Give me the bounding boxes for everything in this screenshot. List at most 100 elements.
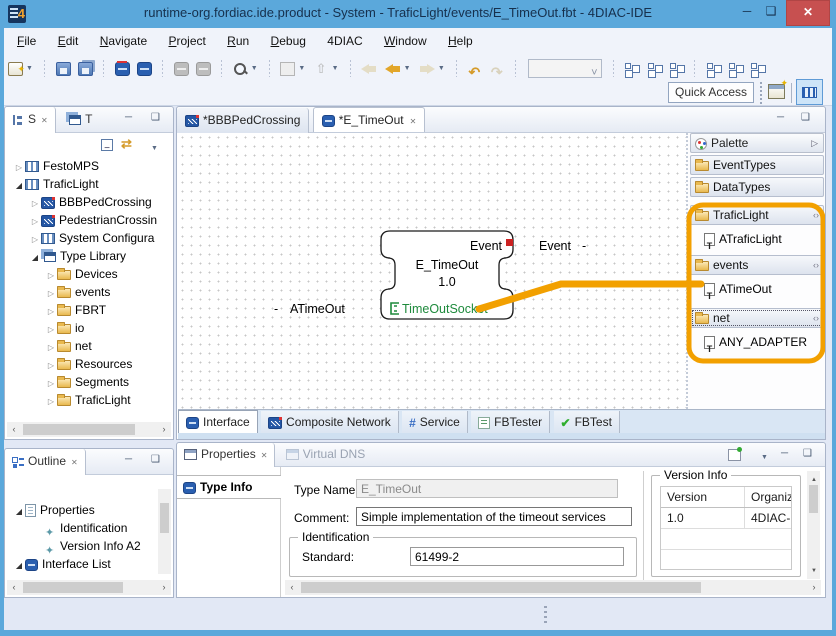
table-row-empty[interactable] <box>661 550 791 571</box>
view-minimize-icon[interactable] <box>781 448 788 459</box>
scroll-right-icon[interactable] <box>157 580 171 595</box>
back-dropdown[interactable] <box>404 57 411 81</box>
view-maximize-icon[interactable] <box>151 454 160 465</box>
scrollbar-thumb[interactable] <box>23 424 135 435</box>
toolbar-combo[interactable] <box>528 59 602 78</box>
tree-item[interactable]: FBRT <box>5 301 173 319</box>
drawer-traficlight[interactable]: TraficLight <box>690 205 824 225</box>
tree-item[interactable]: Resources <box>5 355 173 373</box>
minimize-button[interactable] <box>736 0 758 24</box>
tab-properties[interactable]: Properties <box>177 443 275 467</box>
view-minimize-icon[interactable] <box>125 112 132 123</box>
menu-project[interactable]: Project <box>159 28 214 54</box>
menu-window[interactable]: Window <box>375 28 436 54</box>
redo-button-disabled[interactable] <box>490 62 505 76</box>
horizontal-scrollbar[interactable] <box>7 422 171 437</box>
pin-icon[interactable] <box>813 206 819 225</box>
sync-icon[interactable] <box>121 136 132 152</box>
layout-button-3[interactable] <box>669 62 684 76</box>
drawer-events[interactable]: events <box>690 255 824 275</box>
close-tab-icon[interactable] <box>41 116 48 125</box>
interface-tool-button-3[interactable] <box>750 62 765 76</box>
quick-access-box[interactable]: Quick Access <box>668 82 754 103</box>
view-menu-icon[interactable] <box>151 139 158 153</box>
tree-item[interactable]: Type Library <box>5 247 173 265</box>
view-menu-icon[interactable] <box>761 451 768 462</box>
menu-navigate[interactable]: Navigate <box>91 28 156 54</box>
horizontal-scrollbar[interactable] <box>7 580 171 595</box>
forward-dropdown[interactable] <box>438 57 445 81</box>
menu-edit[interactable]: Edit <box>49 28 88 54</box>
table-row[interactable]: 1.0 4DIAC-Cons.. <box>661 508 791 529</box>
editor-minimize-icon[interactable] <box>777 112 784 123</box>
tree-item[interactable]: System Configura <box>5 229 173 247</box>
editor-tab-etimeout[interactable]: *E_TimeOut✕ <box>313 107 426 132</box>
scroll-down-icon[interactable] <box>807 562 821 579</box>
properties-divider[interactable] <box>643 471 644 593</box>
close-button[interactable] <box>786 0 830 26</box>
tab-fbtester[interactable]: FBTester <box>471 411 550 434</box>
tree-item[interactable]: io <box>5 319 173 337</box>
event-outside-label[interactable]: Event <box>539 239 571 253</box>
scroll-left-icon[interactable] <box>7 580 21 595</box>
run-last-dropdown[interactable] <box>298 57 305 81</box>
tab-interface[interactable]: Interface <box>178 410 258 433</box>
palette-item-atraficlight[interactable]: ATraficLight <box>690 228 824 250</box>
scrollbar-thumb[interactable] <box>23 582 123 593</box>
open-perspective-button[interactable] <box>768 84 785 99</box>
view-maximize-icon[interactable] <box>803 448 812 459</box>
search-dropdown[interactable] <box>251 57 258 81</box>
drawer-eventtypes[interactable]: EventTypes <box>690 155 824 175</box>
forward-button-disabled[interactable] <box>419 63 435 75</box>
pin-icon[interactable] <box>813 256 819 275</box>
collapse-all-icon[interactable] <box>101 139 113 151</box>
new-wizard-button[interactable] <box>8 62 23 76</box>
expand-icon[interactable] <box>45 393 57 411</box>
tree-item[interactable]: TraficLight <box>5 175 173 193</box>
view-minimize-icon[interactable] <box>125 454 132 465</box>
back-annotation-button-disabled[interactable] <box>361 63 377 75</box>
run-last-tool-button-disabled[interactable] <box>280 62 295 76</box>
menu-run[interactable]: Run <box>218 28 258 54</box>
palette-item-anyadapter[interactable]: ANY_ADAPTER <box>690 331 824 353</box>
monitor-button-disabled[interactable] <box>196 62 211 76</box>
drawer-datatypes[interactable]: DataTypes <box>690 177 824 197</box>
menu-help[interactable]: Help <box>439 28 482 54</box>
close-tab-icon[interactable]: ✕ <box>410 117 417 126</box>
section-tab-type-info[interactable]: Type Info <box>177 475 281 499</box>
tab-service[interactable]: Service <box>402 411 468 434</box>
standard-field[interactable] <box>410 547 624 566</box>
tree-item[interactable]: FestoMPS <box>5 157 173 175</box>
tab-system-management[interactable]: S <box>5 107 56 133</box>
interface-tool-button-2[interactable] <box>728 62 743 76</box>
tab-outline[interactable]: Outline <box>5 449 86 475</box>
tree-item[interactable]: PedestrianCrossin <box>5 211 173 229</box>
maximize-button[interactable] <box>760 0 782 24</box>
menu-4diac[interactable]: 4DIAC <box>318 28 371 54</box>
scrollbar-thumb[interactable] <box>160 503 169 533</box>
close-tab-icon[interactable] <box>71 458 78 467</box>
new-wizard-dropdown[interactable] <box>26 57 33 81</box>
statusbar-drag-handle[interactable] <box>544 606 547 623</box>
undo-button[interactable] <box>468 62 483 76</box>
vertical-scrollbar[interactable] <box>807 471 820 579</box>
pin-view-icon[interactable] <box>728 449 741 461</box>
outline-item[interactable]: Properties <box>5 501 173 519</box>
fb-event-pin-label[interactable]: Event <box>470 239 502 253</box>
tab-fbtest[interactable]: FBTest <box>554 411 620 434</box>
external-tools-dropdown[interactable] <box>332 57 339 81</box>
deploy-button-disabled[interactable] <box>174 62 189 76</box>
tab-type-navigator[interactable]: T <box>59 107 99 133</box>
new-system-button[interactable] <box>115 62 130 76</box>
tree-item[interactable]: net <box>5 337 173 355</box>
vertical-scrollbar[interactable] <box>158 489 171 574</box>
layout-button-1[interactable] <box>624 62 639 76</box>
outline-item[interactable]: Version Info A2 <box>5 537 173 555</box>
tree-item[interactable]: events <box>5 283 173 301</box>
view-maximize-icon[interactable] <box>151 112 160 123</box>
menu-file[interactable]: File <box>8 28 45 54</box>
search-button[interactable] <box>233 62 248 76</box>
comment-field[interactable] <box>356 507 632 526</box>
interface-tool-button-1[interactable] <box>706 62 721 76</box>
tree-item[interactable]: Devices <box>5 265 173 283</box>
